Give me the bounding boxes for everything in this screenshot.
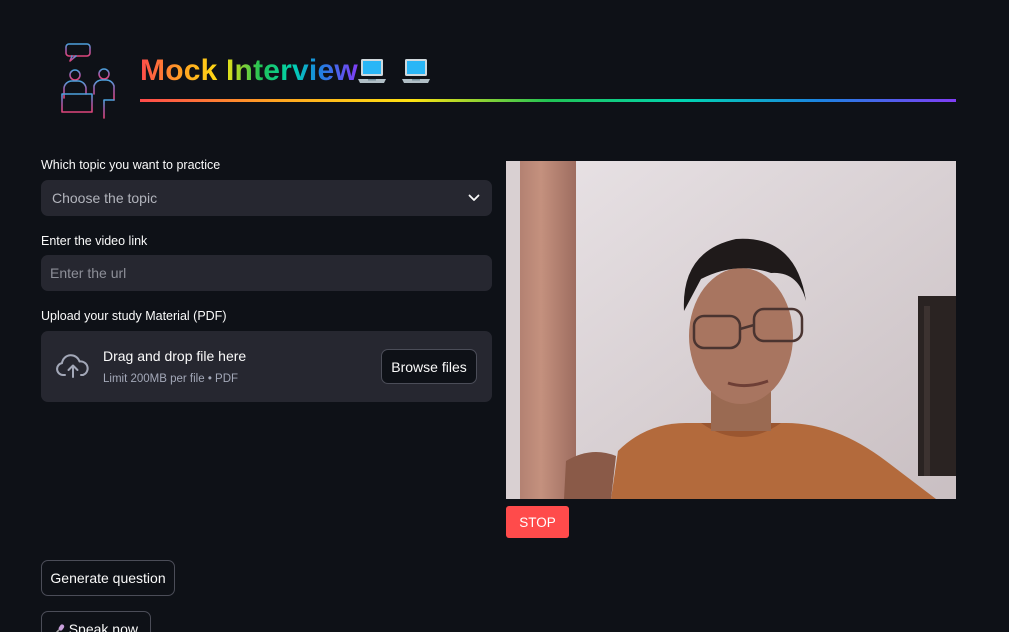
topic-select[interactable]: Choose the topic bbox=[41, 180, 492, 216]
laptop-emoji-icon bbox=[358, 59, 386, 83]
topic-select-placeholder: Choose the topic bbox=[52, 190, 158, 206]
stop-button[interactable]: STOP bbox=[506, 506, 569, 538]
webcam-feed bbox=[506, 161, 956, 499]
file-dropzone[interactable]: Drag and drop file here Limit 200MB per … bbox=[41, 331, 492, 402]
microphone-icon bbox=[55, 624, 65, 632]
interview-logo-icon bbox=[51, 43, 121, 119]
speak-now-label: Speak now bbox=[68, 621, 138, 632]
browse-files-button[interactable]: Browse files bbox=[381, 349, 477, 384]
app-page: Mock Interview Which topic you want to p… bbox=[0, 0, 1009, 632]
video-link-label: Enter the video link bbox=[41, 234, 148, 248]
dropzone-title: Drag and drop file here bbox=[103, 348, 247, 364]
generate-question-button[interactable]: Generate question bbox=[41, 560, 175, 596]
webcam-frame-image bbox=[506, 161, 956, 499]
speak-now-button[interactable]: Speak now bbox=[41, 611, 151, 632]
cloud-upload-icon bbox=[56, 354, 89, 378]
upload-label: Upload your study Material (PDF) bbox=[41, 309, 227, 323]
topic-label: Which topic you want to practice bbox=[41, 158, 221, 172]
title-divider bbox=[140, 99, 956, 102]
page-title: Mock Interview bbox=[140, 54, 358, 87]
dropzone-limit: Limit 200MB per file • PDF bbox=[103, 373, 239, 385]
laptop-emoji-icon bbox=[402, 59, 430, 83]
video-url-input[interactable] bbox=[41, 255, 492, 291]
chevron-down-icon bbox=[468, 194, 480, 201]
